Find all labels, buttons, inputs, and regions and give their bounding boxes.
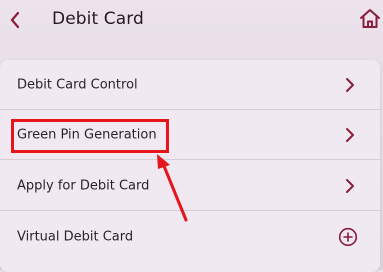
home-icon (360, 9, 380, 28)
app-header: Debit Card (0, 0, 383, 44)
plus-circle-icon[interactable] (338, 227, 358, 247)
chevron-left-icon (10, 11, 20, 29)
chevron-right-icon (344, 178, 356, 194)
chevron-right-icon (344, 127, 356, 143)
chevron-right-icon (344, 77, 356, 93)
menu-item-debit-card-control[interactable]: Debit Card Control (0, 60, 380, 110)
back-button[interactable] (4, 8, 28, 32)
menu-item-label: Virtual Debit Card (17, 229, 134, 245)
highlight-box (11, 119, 169, 153)
menu-item-label: Apply for Debit Card (17, 178, 150, 193)
menu-item-label: Debit Card Control (17, 77, 138, 92)
page-title: Debit Card (52, 9, 144, 29)
annotation-arrow-icon (150, 150, 195, 225)
home-button[interactable] (357, 6, 383, 32)
